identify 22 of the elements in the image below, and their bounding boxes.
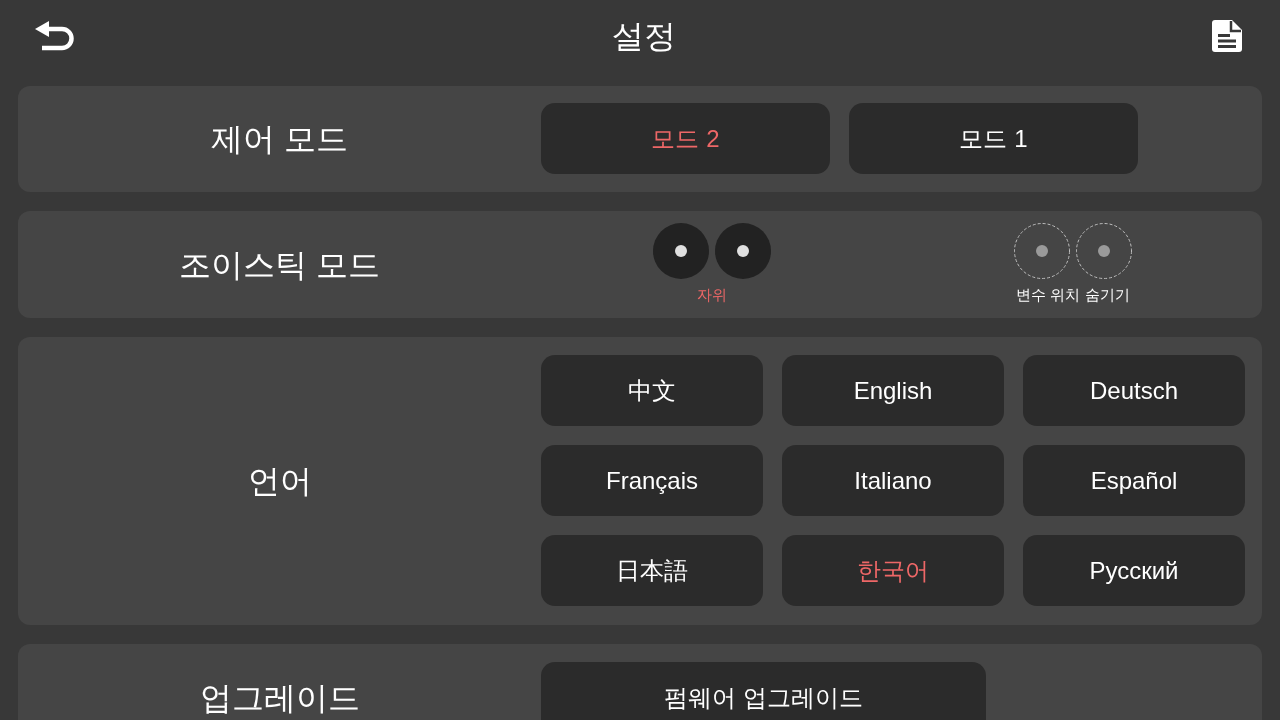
joystick-pair-icon [652, 222, 772, 280]
joystick-option[interactable]: 변수 위치 숨기기 [1013, 222, 1133, 304]
section-label: 언어 [246, 462, 313, 501]
section-label: 업그레이드 [198, 679, 361, 718]
option-button[interactable]: Italiano [782, 445, 1004, 516]
option-button[interactable]: English [782, 355, 1004, 426]
option-button[interactable]: Español [1023, 445, 1245, 516]
dashed-joystick-pair-icon [1013, 222, 1133, 280]
back-icon[interactable] [35, 21, 75, 51]
option-button[interactable]: Русский [1023, 535, 1245, 606]
firmware-upgrade-button[interactable]: 펌웨어 업그레이드 [541, 662, 986, 720]
page-title: 설정 [611, 17, 676, 56]
option-button[interactable]: 日本語 [541, 535, 763, 606]
section-label: 제어 모드 [210, 120, 349, 159]
document-icon[interactable] [1212, 20, 1242, 52]
option-button[interactable]: 中文 [541, 355, 763, 426]
option-button[interactable]: Deutsch [1023, 355, 1245, 426]
section-label: 조이스틱 모드 [178, 245, 381, 285]
option-button[interactable]: 모드 2 [541, 103, 830, 174]
option-button[interactable]: Français [541, 445, 763, 516]
option-button[interactable]: 모드 1 [849, 103, 1138, 174]
option-button[interactable]: 한국어 [782, 535, 1004, 606]
